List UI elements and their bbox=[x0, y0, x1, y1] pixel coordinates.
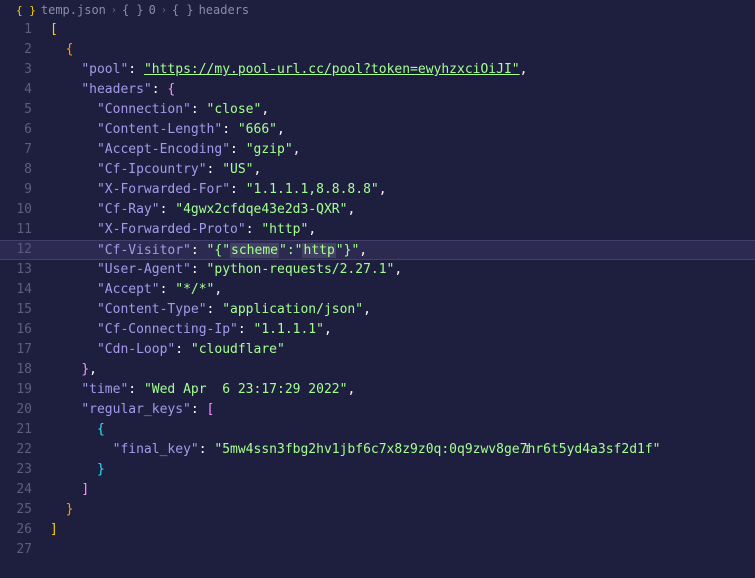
code-line: "User-Agent": "python-requests/2.27.1", bbox=[50, 260, 755, 280]
code-line: "Cf-Ipcountry": "US", bbox=[50, 160, 755, 180]
code-line: } bbox=[50, 500, 755, 520]
code-editor[interactable]: 1234567891011121314151617181920212223242… bbox=[0, 20, 755, 560]
code-line: ] bbox=[50, 520, 755, 540]
code-line: "Accept": "*/*", bbox=[50, 280, 755, 300]
breadcrumb[interactable]: { } temp.json › { } 0 › { } headers bbox=[0, 0, 755, 20]
breadcrumb-path-0[interactable]: 0 bbox=[149, 3, 156, 17]
code-line: { bbox=[50, 420, 755, 440]
code-line: [ bbox=[50, 20, 755, 40]
code-area[interactable]: [ { "pool": "https://my.pool-url.cc/pool… bbox=[50, 20, 755, 560]
code-line: "Accept-Encoding": "gzip", bbox=[50, 140, 755, 160]
code-line: ] bbox=[50, 480, 755, 500]
code-line: "Content-Length": "666", bbox=[50, 120, 755, 140]
code-line: "Connection": "close", bbox=[50, 100, 755, 120]
code-line: "X-Forwarded-Proto": "http", bbox=[50, 220, 755, 240]
code-line: "final_key": "5mw4ssn3fbg2hv1jbf6c7x8z9z… bbox=[50, 440, 755, 460]
code-line: "headers": { bbox=[50, 80, 755, 100]
breadcrumb-filename[interactable]: temp.json bbox=[41, 3, 106, 17]
code-line: "regular_keys": [ bbox=[50, 400, 755, 420]
code-line bbox=[50, 540, 755, 560]
code-line: "Cf-Connecting-Ip": "1.1.1.1", bbox=[50, 320, 755, 340]
code-line: "Cdn-Loop": "cloudflare" bbox=[50, 340, 755, 360]
json-file-icon: { } bbox=[16, 4, 36, 17]
code-line: { bbox=[50, 40, 755, 60]
braces-icon: { } bbox=[122, 3, 144, 17]
chevron-right-icon: › bbox=[161, 5, 167, 16]
line-number-gutter: 1234567891011121314151617181920212223242… bbox=[0, 20, 50, 560]
code-line: "Content-Type": "application/json", bbox=[50, 300, 755, 320]
code-line: "time": "Wed Apr 6 23:17:29 2022", bbox=[50, 380, 755, 400]
code-line: "X-Forwarded-For": "1.1.1.1,8.8.8.8", bbox=[50, 180, 755, 200]
chevron-right-icon: › bbox=[111, 5, 117, 16]
code-line: } bbox=[50, 460, 755, 480]
code-line-active: "Cf-Visitor": "{"scheme":"http"}", bbox=[0, 240, 755, 260]
code-line: "pool": "https://my.pool-url.cc/pool?tok… bbox=[50, 60, 755, 80]
braces-icon: { } bbox=[172, 3, 194, 17]
code-line: }, bbox=[50, 360, 755, 380]
code-line: "Cf-Ray": "4gwx2cfdqe43e2d3-QXR", bbox=[50, 200, 755, 220]
text-cursor-icon: I bbox=[524, 440, 531, 460]
breadcrumb-path-headers[interactable]: headers bbox=[199, 3, 250, 17]
